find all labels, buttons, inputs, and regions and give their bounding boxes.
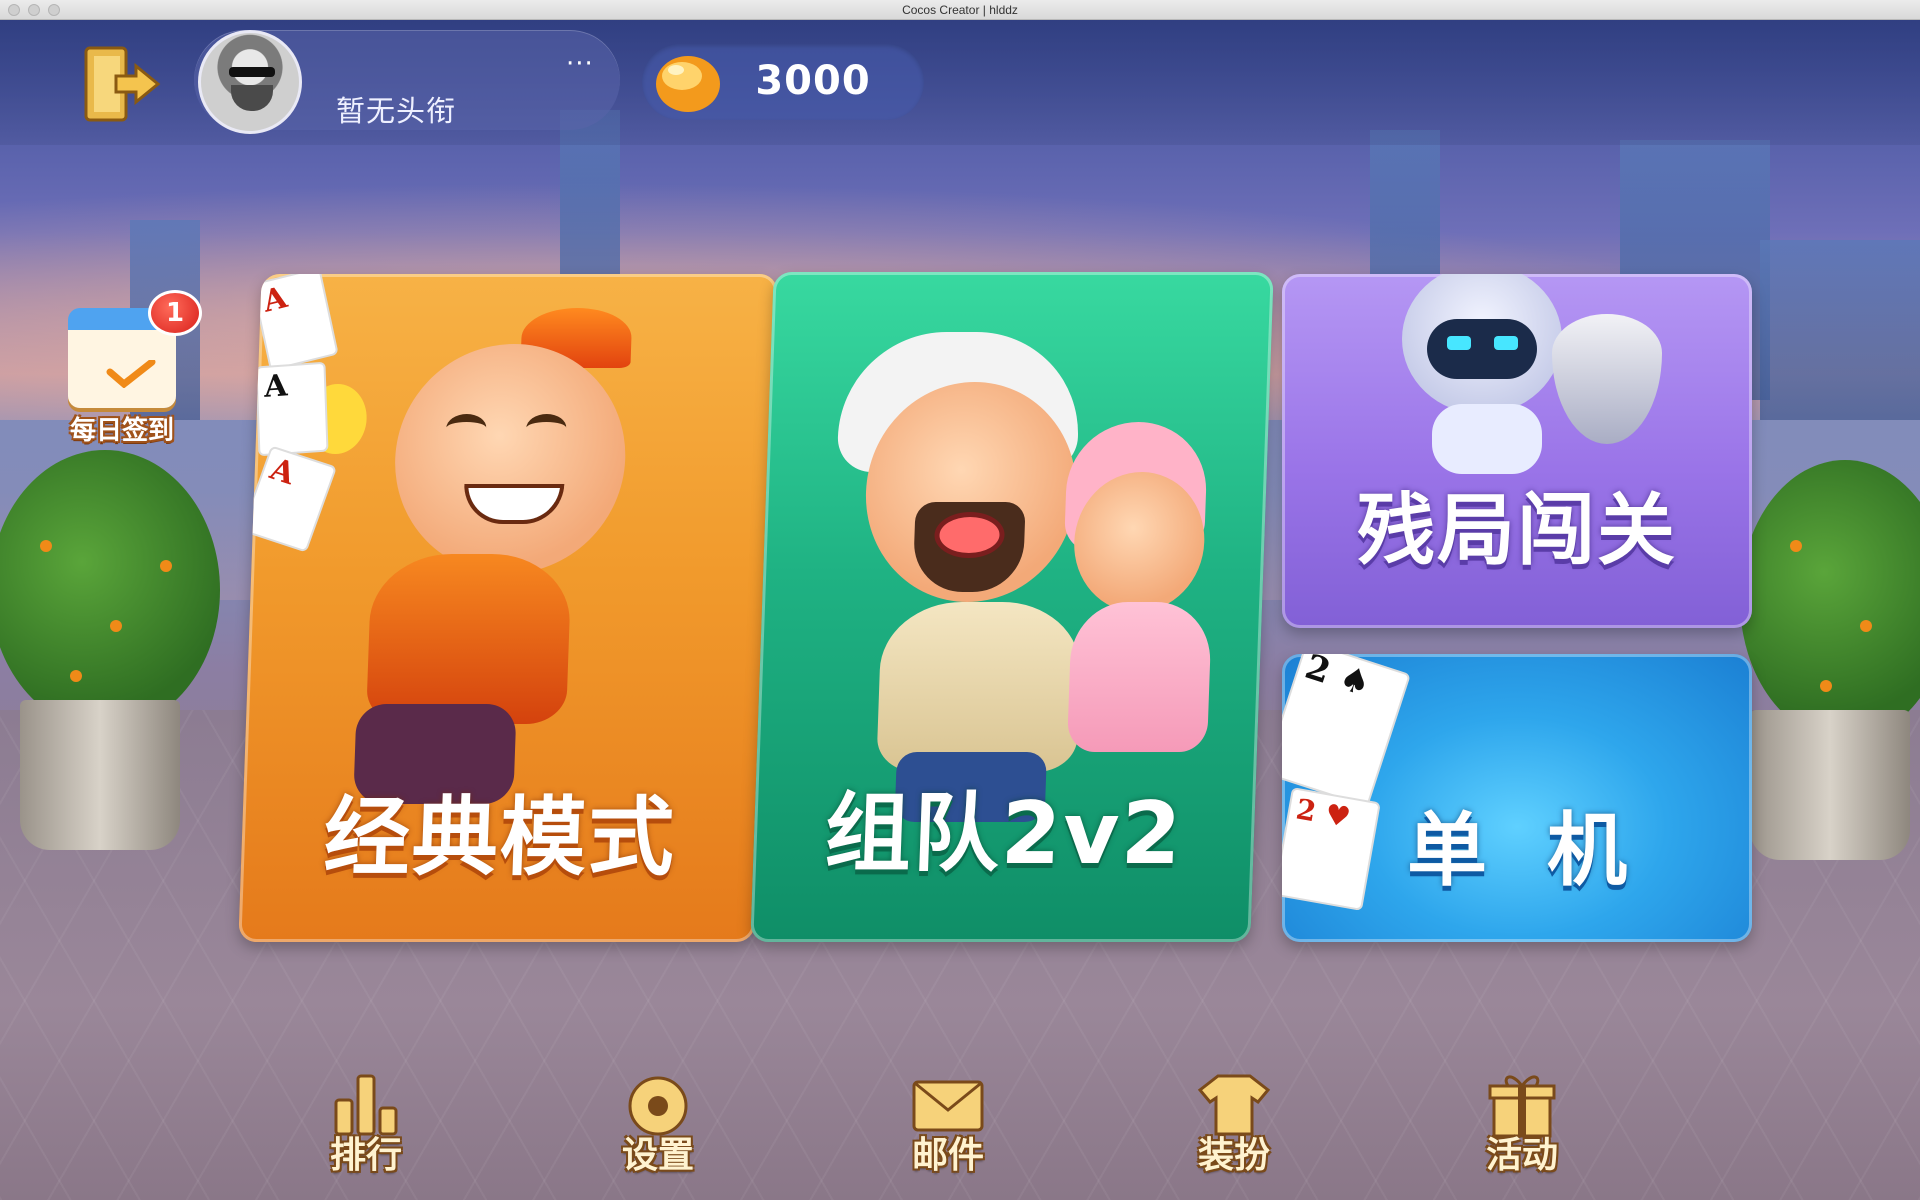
more-options-button[interactable]: ··· xyxy=(566,51,594,77)
orange-tree-left xyxy=(0,450,220,730)
background-building xyxy=(1760,240,1920,420)
bean-currency-icon xyxy=(652,50,724,116)
robot-body xyxy=(1432,404,1542,474)
window-title: Cocos Creator | hlddz xyxy=(902,3,1018,17)
robot-visor xyxy=(1427,319,1537,379)
endgame-challenge-card[interactable]: 残局闯关 xyxy=(1282,274,1752,628)
team-2v2-card[interactable]: 组队2v2 xyxy=(750,272,1274,942)
nav-events[interactable]: 活动 xyxy=(1462,1060,1582,1180)
nav-events-label: 活动 xyxy=(1485,1135,1558,1176)
nav-dress-up[interactable]: 装扮 xyxy=(1174,1060,1294,1180)
nav-settings-label: 设置 xyxy=(621,1135,694,1176)
exit-button[interactable] xyxy=(80,42,162,124)
nav-settings[interactable]: 设置 xyxy=(598,1060,718,1180)
playing-card: A xyxy=(255,361,329,457)
character-body xyxy=(365,554,572,724)
avatar[interactable] xyxy=(198,30,302,134)
bean-balance: 3000 xyxy=(755,58,871,104)
classic-mode-card[interactable]: A A A 经典模式 xyxy=(238,274,778,942)
robot-eye xyxy=(1494,336,1518,350)
single-player-card[interactable]: 2 ♠ 2 ♥ 单机 xyxy=(1282,654,1752,942)
orange-fruit xyxy=(110,620,122,632)
nav-mail-label: 邮件 xyxy=(911,1135,984,1176)
character-body xyxy=(876,602,1083,772)
nav-dress-up-label: 装扮 xyxy=(1197,1135,1270,1176)
plant-pot-left xyxy=(20,700,180,850)
classic-mode-label: 经典模式 xyxy=(322,788,678,888)
nav-mail[interactable]: 邮件 xyxy=(888,1060,1008,1180)
orange-fruit xyxy=(1860,620,1872,632)
shield xyxy=(1552,314,1662,444)
exit-door-icon xyxy=(84,46,161,122)
orange-fruit xyxy=(70,670,82,682)
plant-pot-right xyxy=(1750,710,1910,860)
orange-fruit xyxy=(160,560,172,572)
orange-fruit xyxy=(1820,680,1832,692)
window-titlebar: Cocos Creator | hlddz xyxy=(0,0,1920,20)
orange-fruit xyxy=(40,540,52,552)
character-face xyxy=(391,344,630,574)
orange-fruit xyxy=(1790,540,1802,552)
notification-badge: 1 xyxy=(148,290,202,336)
team-2v2-label: 组队2v2 xyxy=(823,784,1185,884)
player-title: 暂无头衔 xyxy=(336,94,457,128)
girl-body xyxy=(1066,602,1213,752)
robot-eye xyxy=(1447,336,1471,350)
playing-card-spade: 2 ♠ xyxy=(1282,654,1411,808)
playing-card: A xyxy=(240,445,338,553)
nav-leaderboard-label: 排行 xyxy=(329,1135,402,1176)
avatar-beard xyxy=(231,85,273,111)
nav-leaderboard[interactable]: 排行 xyxy=(306,1060,426,1180)
playing-card: A xyxy=(251,274,339,372)
daily-checkin-label: 每日签到 xyxy=(69,416,174,446)
avatar-sunglasses xyxy=(229,67,275,77)
single-player-label: 单机 xyxy=(1407,804,1687,897)
endgame-challenge-label: 残局闯关 xyxy=(1356,486,1677,576)
